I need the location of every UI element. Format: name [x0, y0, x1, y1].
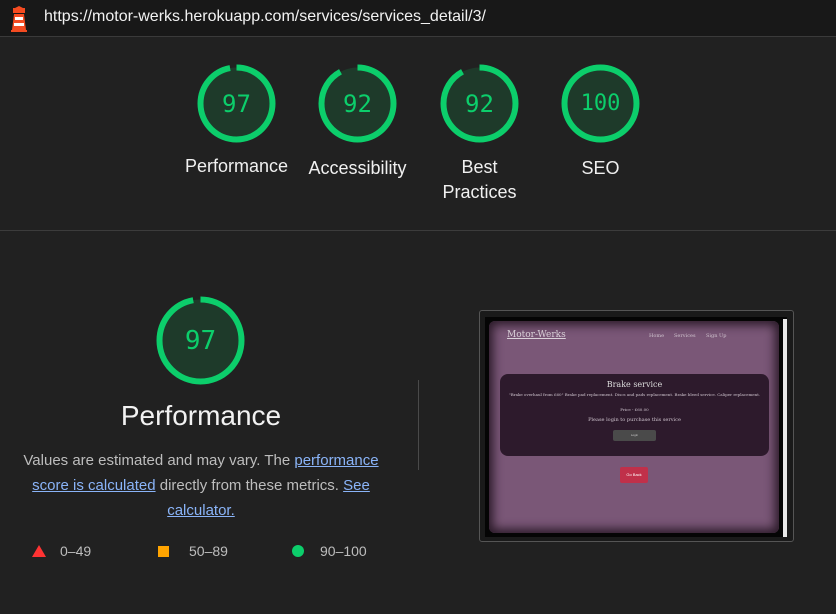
seo-score-gauge[interactable]: 100 — [560, 63, 641, 144]
final-screenshot[interactable]: Motor-Werks Home Services Sign Up Brake … — [479, 310, 794, 542]
score-label: SEO — [581, 158, 620, 178]
legend-label: 50–89 — [189, 543, 228, 559]
performance-description: Values are estimated and may vary. The p… — [20, 448, 382, 523]
login-button: Login — [613, 430, 656, 441]
score-value: 100 — [580, 91, 621, 116]
accessibility-score-gauge[interactable]: 92 — [317, 63, 398, 144]
performance-main-gauge: 97 — [155, 295, 246, 386]
nav-item: Sign Up — [706, 333, 727, 339]
go-back-button: Go Back — [620, 467, 648, 483]
lighthouse-icon — [11, 6, 27, 32]
vertical-divider — [418, 380, 419, 470]
nav-item: Services — [674, 333, 696, 339]
score-value: 97 — [184, 325, 217, 356]
legend-label: 0–49 — [60, 543, 92, 559]
desc-text: Values are estimated and may vary. The — [23, 452, 295, 469]
page-url[interactable]: https://motor-werks.herokuapp.com/servic… — [44, 8, 486, 26]
legend-pass: 90–100 — [292, 543, 367, 559]
performance-title: Performance — [120, 400, 282, 431]
score-value: 92 — [465, 89, 494, 118]
score-label: Best Practices — [442, 157, 517, 202]
score-label: Performance — [184, 156, 289, 176]
performance-score-gauge[interactable]: 97 — [196, 63, 277, 144]
desc-text: directly from these metrics. — [155, 477, 344, 494]
nav-item: Home — [649, 333, 665, 339]
section-divider — [0, 230, 836, 231]
screenshot-viewport: Motor-Werks Home Services Sign Up Brake … — [485, 317, 787, 537]
service-price: Price - £60.00 — [620, 407, 649, 412]
legend-label: 90–100 — [320, 543, 367, 559]
url-bar: https://motor-werks.herokuapp.com/servic… — [0, 0, 836, 37]
score-value: 92 — [343, 89, 372, 118]
service-description: "Brake overhaul from £60" Brake pad repl… — [508, 392, 761, 397]
square-icon — [158, 545, 169, 557]
score-value: 97 — [222, 89, 251, 118]
site-logo: Motor-Werks — [507, 330, 566, 340]
triangle-icon — [32, 545, 46, 557]
login-message: Please login to purchase this service — [588, 417, 681, 423]
circle-icon — [292, 545, 304, 557]
score-label: Accessibility — [308, 158, 407, 178]
service-title: Brake service — [606, 380, 663, 389]
best-practices-score-gauge[interactable]: 92 — [439, 63, 520, 144]
service-card: Brake service "Brake overhaul from £60" … — [500, 374, 769, 456]
legend-average: 50–89 — [158, 543, 228, 559]
legend-fail: 0–49 — [32, 543, 91, 559]
scrollbar — [783, 319, 787, 537]
